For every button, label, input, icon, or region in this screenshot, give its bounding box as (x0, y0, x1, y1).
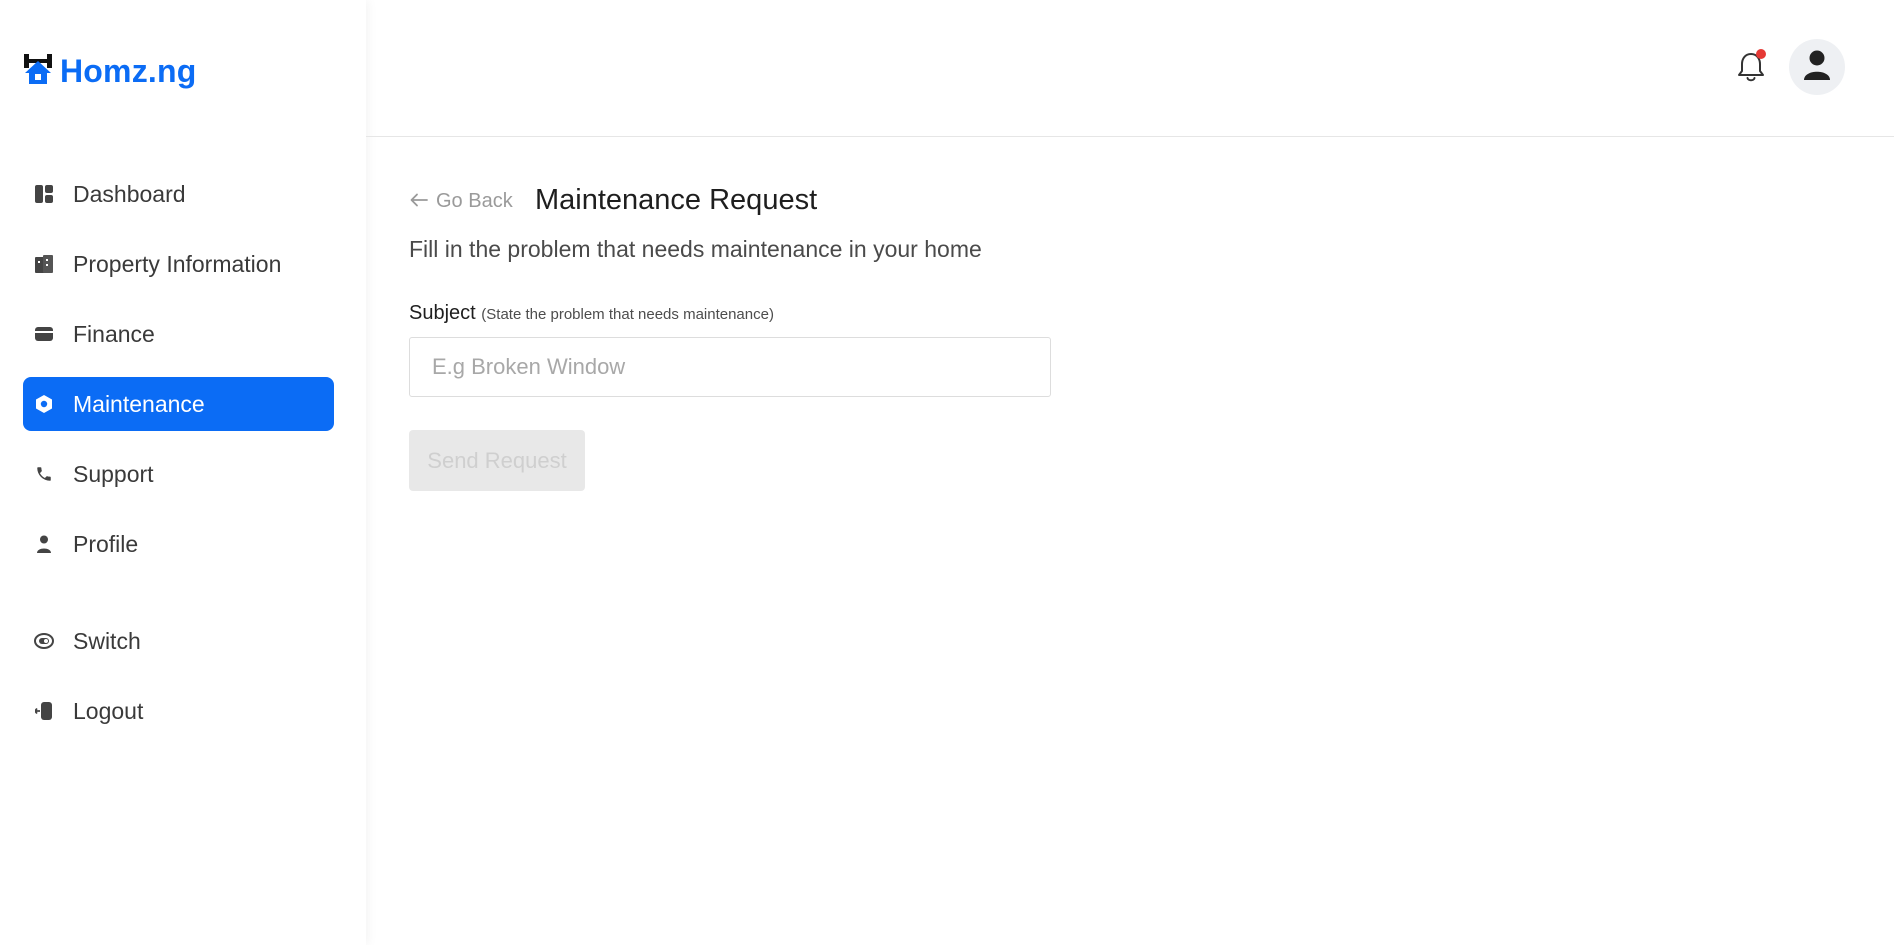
sidebar-item-label: Maintenance (73, 390, 205, 417)
logo[interactable]: Homz.ng (22, 52, 197, 91)
sidebar-item-label: Switch (73, 627, 141, 654)
user-avatar-icon (1804, 50, 1830, 85)
sidebar-item-label: Dashboard (73, 180, 186, 207)
subject-input[interactable] (409, 337, 1051, 397)
page-subtitle: Fill in the problem that needs maintenan… (409, 236, 982, 262)
subject-label: Subject (State the problem that needs ma… (409, 302, 774, 325)
avatar[interactable] (1789, 39, 1845, 95)
sidebar-item-label: Logout (73, 697, 144, 724)
wallet-icon (33, 323, 55, 345)
top-bar (366, 0, 1894, 137)
dashboard-icon (33, 183, 55, 205)
logout-icon (33, 700, 55, 722)
phone-icon (33, 463, 55, 485)
sidebar: Homz.ng Dashboard Property Information F… (0, 0, 366, 945)
sidebar-item-label: Profile (73, 530, 139, 557)
house-logo-icon (22, 52, 56, 91)
sidebar-item-finance[interactable]: Finance (23, 307, 334, 361)
sidebar-item-property-information[interactable]: Property Information (23, 237, 334, 291)
switch-icon (33, 630, 55, 652)
sidebar-item-label: Property Information (73, 250, 282, 277)
logo-text: Homz.ng (60, 53, 197, 89)
page-title: Maintenance Request (535, 184, 818, 216)
building-icon (33, 253, 55, 275)
notification-badge (1756, 49, 1766, 59)
sidebar-item-support[interactable]: Support (23, 447, 334, 501)
settings-nut-icon (33, 393, 55, 415)
sidebar-item-label: Support (73, 460, 154, 487)
sidebar-item-logout[interactable]: Logout (23, 684, 334, 738)
go-back-label: Go Back (436, 190, 513, 212)
sidebar-item-label: Finance (73, 320, 155, 347)
subject-label-text: Subject (409, 302, 476, 324)
arrow-left-icon (410, 190, 428, 213)
sidebar-item-maintenance[interactable]: Maintenance (23, 377, 334, 431)
user-icon (33, 533, 55, 555)
subject-hint: (State the problem that needs maintenanc… (481, 306, 774, 323)
sidebar-item-profile[interactable]: Profile (23, 517, 334, 571)
sidebar-item-dashboard[interactable]: Dashboard (23, 167, 334, 221)
sidebar-item-switch[interactable]: Switch (23, 614, 334, 668)
send-request-button[interactable]: Send Request (409, 430, 585, 491)
go-back-link[interactable]: Go Back (410, 190, 513, 213)
